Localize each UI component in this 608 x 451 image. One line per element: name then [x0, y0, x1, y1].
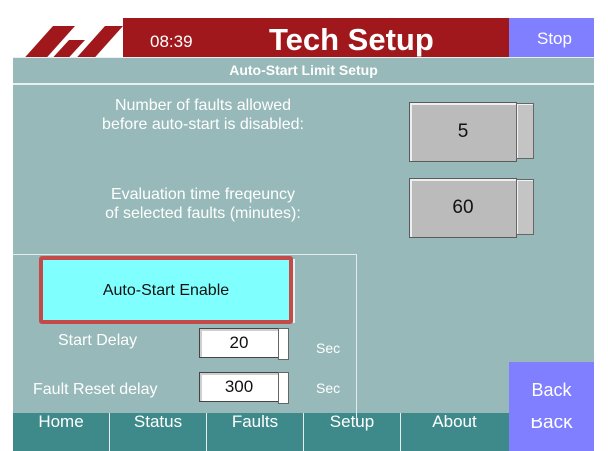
stop-button-label: Stop	[537, 29, 572, 48]
fault-count-field[interactable]: 5	[409, 102, 517, 162]
enable-button-edge	[293, 259, 295, 323]
auto-start-enable-button[interactable]: Auto-Start Enable	[39, 256, 293, 324]
eval-time-field[interactable]: 60	[409, 178, 517, 238]
fault-count-value: 5	[457, 121, 469, 142]
fault-count-label-line1: Number of faults allowed	[114, 97, 292, 114]
nav-about-label: About	[432, 412, 477, 431]
start-delay-unit: Sec	[316, 340, 341, 356]
dialog-title: Auto-Start Limit Setup	[13, 58, 594, 85]
eval-time-spin-handle[interactable]	[516, 179, 534, 235]
fault-count-spin-handle[interactable]	[516, 103, 534, 159]
auto-start-enable-label: Auto-Start Enable	[102, 282, 230, 299]
fault-reset-field[interactable]: 300	[199, 372, 279, 402]
fault-reset-spin-handle[interactable]	[278, 372, 289, 404]
clock: 08:39	[150, 32, 193, 51]
back-button-label: Back	[531, 380, 572, 400]
fault-reset-label: Fault Reset delay	[33, 381, 158, 398]
eval-time-label-line1: Evaluation time freqeuncy	[110, 186, 296, 203]
start-delay-field[interactable]: 20	[199, 328, 279, 358]
fault-reset-unit: Sec	[316, 380, 341, 396]
nav-about[interactable]: About	[401, 412, 508, 451]
eval-time-value: 60	[452, 197, 474, 218]
fault-count-label-line2: before auto-start is disabled:	[102, 116, 304, 133]
screen-title: Tech Setup	[269, 22, 434, 57]
back-button[interactable]: Back	[509, 362, 594, 418]
start-delay-spin-handle[interactable]	[278, 328, 289, 360]
start-delay-value: 20	[229, 333, 249, 352]
fault-reset-value: 300	[224, 377, 254, 396]
start-delay-label: Start Delay	[58, 332, 138, 349]
auto-start-limit-dialog: Auto-Start Limit Setup Number of faults …	[13, 57, 594, 425]
eval-time-label-line2: of selected faults (minutes):	[105, 205, 301, 222]
eval-time-label: Evaluation time freqeuncy of selected fa…	[38, 185, 368, 223]
fault-count-label: Number of faults allowed before auto-sta…	[38, 96, 368, 134]
